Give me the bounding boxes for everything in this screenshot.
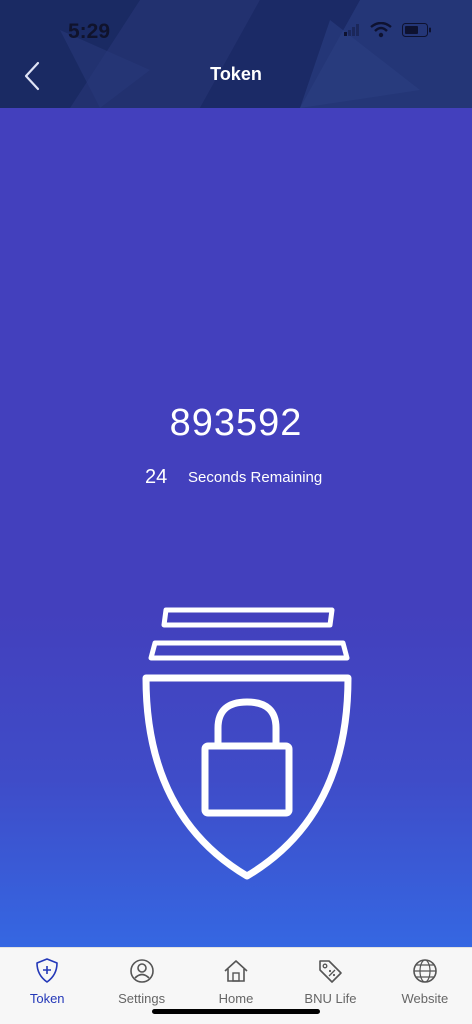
globe-www-icon: [413, 959, 437, 983]
header: 5:29 Token: [0, 0, 472, 108]
seconds-remaining-label: Seconds Remaining: [188, 469, 323, 486]
signal-icon: [344, 24, 359, 36]
tab-label: BNU Life: [304, 991, 357, 1006]
status-time: 5:29: [68, 20, 111, 43]
shield-lock-icon: [142, 607, 352, 880]
tab-token[interactable]: Token: [0, 948, 94, 1024]
tab-website[interactable]: Website: [378, 948, 472, 1024]
status-bar: 5:29: [0, 0, 472, 60]
tab-label: Settings: [118, 991, 166, 1006]
shield-plus-icon: [36, 958, 59, 983]
battery-icon: [402, 23, 431, 37]
tag-icon: [319, 960, 343, 983]
tab-label: Token: [29, 991, 65, 1006]
token-code: 893592: [169, 402, 303, 444]
tab-label: Home: [218, 991, 254, 1006]
seconds-count: 24: [145, 466, 168, 488]
status-icons: [344, 22, 432, 38]
countdown: 24 Seconds Remaining: [0, 466, 472, 490]
wifi-icon: [370, 22, 392, 38]
user-circle-icon: [129, 959, 154, 983]
page-title: Token: [210, 64, 262, 84]
home-icon: [224, 960, 248, 982]
tab-label: Website: [401, 991, 449, 1006]
home-indicator: [152, 1009, 320, 1014]
